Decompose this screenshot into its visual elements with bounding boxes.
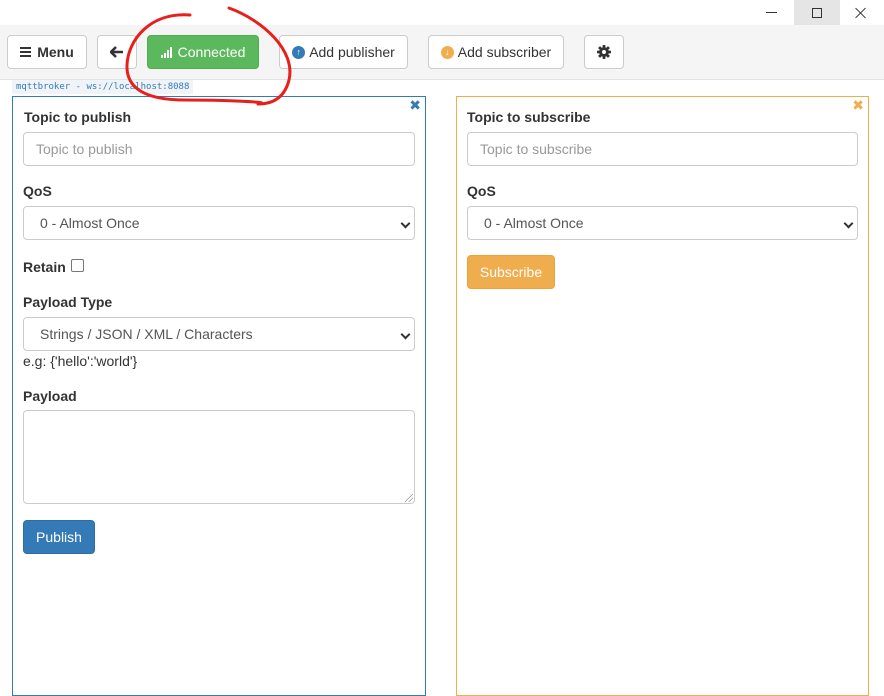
subscriber-qos-label: QoS — [467, 183, 496, 199]
chevron-down-icon — [843, 218, 854, 229]
add-subscriber-button[interactable]: ↓ Add subscriber — [428, 35, 564, 69]
resize-handle-icon[interactable] — [405, 494, 413, 502]
topic-to-publish-input[interactable] — [23, 132, 415, 166]
menu-button-label: Menu — [37, 44, 74, 60]
close-window-button[interactable] — [838, 0, 884, 25]
connected-label: Connected — [177, 44, 246, 60]
broker-connection-label: mqttbroker - ws://localhost:8088 — [12, 80, 194, 94]
gear-icon — [597, 45, 611, 59]
publisher-panel: ✖ Topic to publish QoS 0 - Almost Once R… — [12, 96, 426, 696]
maximize-icon — [812, 7, 822, 18]
payload-label: Payload — [23, 388, 77, 404]
add-subscriber-label: Add subscriber — [457, 44, 552, 60]
payload-type-select[interactable]: Strings / JSON / XML / Characters — [23, 317, 415, 351]
publisher-qos-value: 0 - Almost Once — [40, 215, 140, 231]
subscriber-qos-value: 0 - Almost Once — [484, 215, 584, 231]
arrow-down-circle-icon: ↓ — [440, 45, 454, 59]
close-publisher-icon[interactable]: ✖ — [409, 98, 421, 112]
subscriber-qos-select[interactable]: 0 - Almost Once — [467, 206, 858, 240]
chevron-down-icon — [400, 218, 411, 229]
subscribe-button[interactable]: Subscribe — [467, 255, 555, 289]
retain-label: Retain — [23, 259, 66, 275]
payload-type-label: Payload Type — [23, 294, 113, 310]
payload-type-value: Strings / JSON / XML / Characters — [40, 326, 253, 342]
window-title-bar — [0, 0, 884, 25]
payload-hint: e.g: {'hello':'world'} — [23, 353, 138, 369]
signal-bars-icon — [160, 46, 172, 58]
minimize-button[interactable] — [748, 0, 794, 25]
settings-button[interactable] — [584, 35, 624, 69]
topic-to-publish-label: Topic to publish — [24, 109, 132, 125]
retain-checkbox[interactable] — [71, 259, 84, 272]
subscriber-panel: ✖ Topic to subscribe QoS 0 - Almost Once… — [456, 96, 869, 696]
menu-button[interactable]: Menu — [7, 35, 87, 69]
topic-to-subscribe-input[interactable] — [467, 132, 858, 166]
toolbar: Menu Connected ↑ Add publisher ↓ Add sub… — [0, 25, 884, 80]
connected-button[interactable]: Connected — [147, 35, 259, 69]
back-button[interactable] — [97, 35, 137, 69]
arrow-left-icon — [110, 46, 123, 58]
arrow-up-circle-icon: ↑ — [292, 45, 306, 59]
publisher-qos-label: QoS — [23, 183, 52, 199]
add-publisher-button[interactable]: ↑ Add publisher — [279, 35, 408, 69]
payload-wrapper — [23, 410, 415, 504]
publisher-qos-select[interactable]: 0 - Almost Once — [23, 206, 415, 240]
close-icon — [855, 7, 867, 19]
close-subscriber-icon[interactable]: ✖ — [852, 98, 864, 112]
topic-to-subscribe-label: Topic to subscribe — [467, 109, 591, 125]
payload-textarea[interactable] — [23, 410, 415, 504]
maximize-button[interactable] — [794, 0, 840, 25]
chevron-down-icon — [400, 329, 411, 340]
hamburger-icon — [20, 47, 32, 57]
publish-button[interactable]: Publish — [23, 520, 95, 554]
minimize-icon — [765, 12, 777, 13]
add-publisher-label: Add publisher — [309, 44, 395, 60]
